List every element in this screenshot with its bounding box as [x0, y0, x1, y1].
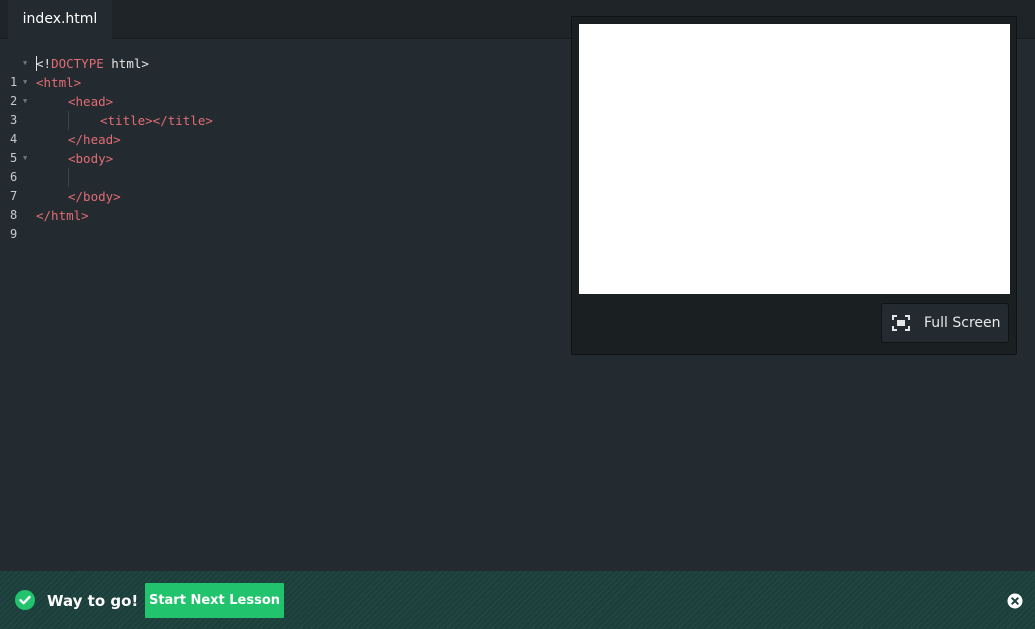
code-text: <title></title>: [100, 113, 213, 128]
code-editor[interactable]: 1 ▼ <!DOCTYPE html> 2 ▼ <html> 3 ▼ <head…: [0, 54, 570, 241]
check-circle-icon: [15, 590, 35, 610]
fold-arrow-icon[interactable]: ▼: [23, 149, 27, 168]
code-editor-app: index.html 1 ▼ <!DOCTYPE html> 2 ▼ <html…: [0, 0, 1035, 629]
fold-arrow-icon[interactable]: ▼: [23, 92, 27, 111]
code-line: 7: [0, 168, 570, 203]
full-screen-button[interactable]: Full Screen: [881, 303, 1009, 343]
start-next-lesson-button[interactable]: Start Next Lesson: [145, 583, 284, 618]
code-line: 8 </body>: [0, 187, 570, 222]
code-text: <html>: [36, 75, 82, 90]
code-line: 3 ▼ <head>: [0, 92, 570, 127]
fold-arrow-icon[interactable]: ▼: [23, 73, 27, 92]
line-gutter: 1 ▼: [0, 54, 30, 89]
code-text: <head>: [68, 94, 114, 109]
indent-guide: [68, 168, 69, 187]
close-icon[interactable]: [1007, 593, 1023, 609]
preview-frame[interactable]: [579, 24, 1010, 294]
full-screen-label: Full Screen: [924, 315, 1001, 331]
line-gutter: 3 ▼: [0, 92, 30, 127]
line-gutter: 5: [0, 130, 30, 165]
line-gutter: 8: [0, 187, 30, 222]
line-gutter: 9: [0, 206, 30, 241]
success-message: Way to go!: [47, 592, 139, 610]
fold-arrow-icon[interactable]: ▼: [23, 54, 27, 73]
line-gutter: 2 ▼: [0, 73, 30, 108]
line-number: 9: [10, 227, 18, 241]
code-line: 2 ▼ <html>: [0, 73, 570, 108]
line-gutter: 6 ▼: [0, 149, 30, 184]
indent-guide: [68, 111, 69, 130]
code-line: 1 ▼ <!DOCTYPE html>: [0, 54, 570, 89]
code-line: 9 </html>: [0, 206, 570, 241]
code-line: 4 <title></title>: [0, 111, 570, 146]
code-text: </head>: [68, 132, 121, 147]
code-text: </body>: [68, 189, 121, 204]
code-line: 6 ▼ <body>: [0, 149, 570, 184]
tab-index-html[interactable]: index.html: [8, 0, 112, 39]
code-line: 5 </head>: [0, 130, 570, 165]
fullscreen-icon: [892, 315, 910, 331]
line-gutter: 7: [0, 168, 30, 203]
preview-panel: Full Screen: [571, 16, 1017, 355]
success-bar: Way to go! Start Next Lesson: [0, 571, 1035, 629]
code-text: <body>: [68, 151, 114, 166]
line-gutter: 4: [0, 111, 30, 146]
code-text: </html>: [36, 208, 89, 223]
code-text: <!DOCTYPE html>: [36, 56, 149, 71]
